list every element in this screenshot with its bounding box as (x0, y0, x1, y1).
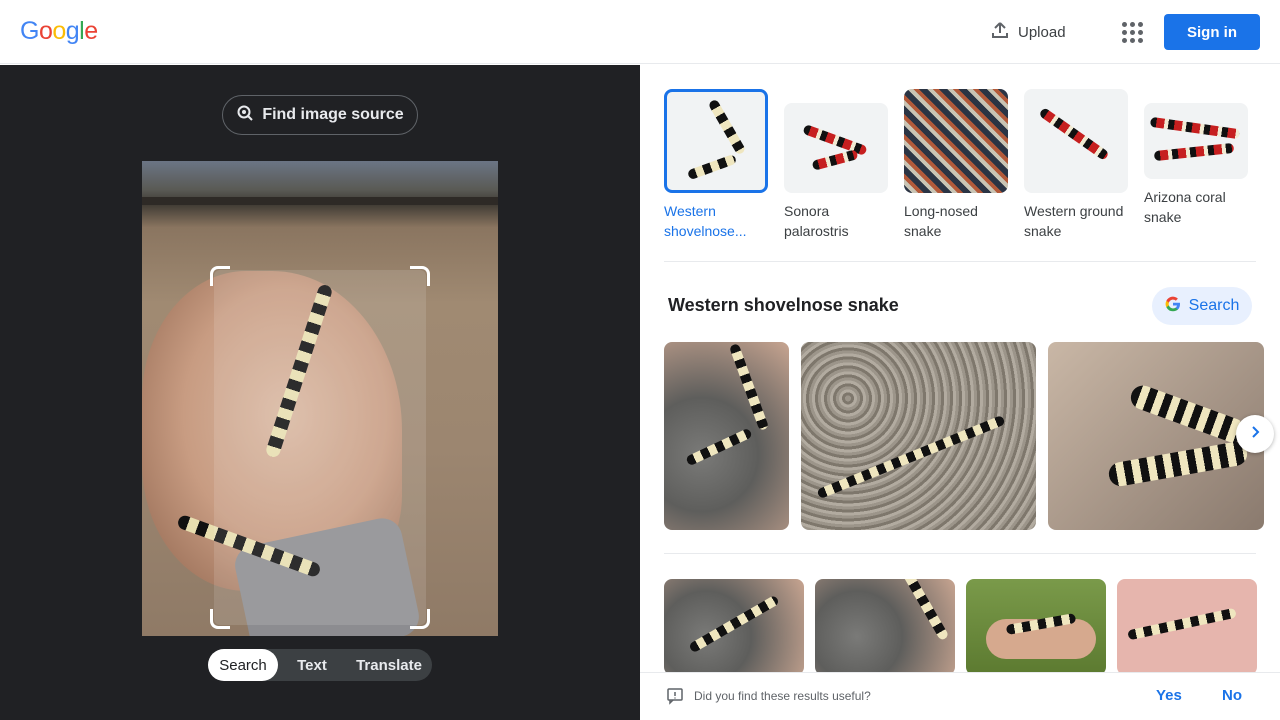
match-long-nosed[interactable]: Long-nosed snake (904, 89, 1008, 261)
divider (664, 261, 1256, 262)
divider (664, 553, 1256, 554)
match-label: Long-nosed snake (904, 203, 978, 239)
google-g-icon (1165, 296, 1181, 317)
crop-region[interactable] (214, 270, 426, 625)
section-title: Western shovelnose snake (668, 295, 899, 315)
feedback-no-button[interactable]: No (1222, 687, 1242, 704)
match-thumbnail (784, 103, 888, 193)
crop-handle-top-left[interactable] (210, 266, 230, 286)
feedback-icon (666, 687, 684, 710)
upload-label: Upload (1018, 23, 1066, 41)
gallery-image[interactable] (664, 342, 789, 530)
query-image-pane: Find image source Search Text Translate (0, 65, 640, 720)
tab-translate[interactable]: Translate (346, 649, 432, 681)
match-label: Western ground snake (1024, 203, 1124, 239)
feedback-yes-button[interactable]: Yes (1156, 687, 1182, 704)
mode-tabs: Search Text Translate (208, 649, 432, 681)
match-thumbnail (664, 89, 768, 193)
tab-text[interactable]: Text (278, 649, 346, 681)
result-image[interactable] (815, 579, 955, 675)
match-thumbnail (904, 89, 1008, 193)
crop-handle-bottom-left[interactable] (210, 609, 230, 629)
gallery-next-button[interactable] (1236, 415, 1274, 453)
google-apps-icon[interactable] (1120, 20, 1144, 44)
match-thumbnail (1024, 89, 1128, 193)
gallery-image[interactable] (801, 342, 1036, 530)
image-gallery (664, 342, 1264, 530)
results-pane: Western shovelnose... Sonora palarostris… (640, 65, 1280, 720)
result-image[interactable] (1117, 579, 1257, 675)
more-results-grid (664, 579, 1264, 675)
match-label: Western shovelnose... (664, 203, 747, 239)
feedback-bar: Did you find these results useful? Yes N… (640, 672, 1280, 720)
match-label: Arizona coral snake (1144, 189, 1226, 225)
match-sonora-palarostris[interactable]: Sonora palarostris (784, 89, 888, 261)
section-search-label: Search (1188, 297, 1240, 314)
upload-button[interactable]: Upload (990, 18, 1066, 46)
crop-handle-bottom-right[interactable] (410, 609, 430, 629)
tab-search[interactable]: Search (208, 649, 278, 681)
crop-handle-top-right[interactable] (410, 266, 430, 286)
upload-icon (990, 20, 1010, 44)
gallery-image[interactable] (1048, 342, 1264, 530)
sign-in-button[interactable]: Sign in (1164, 14, 1260, 50)
top-bar: Google Upload Sign in (0, 0, 1280, 64)
section-search-button[interactable]: Search (1152, 287, 1252, 325)
find-image-source-label: Find image source (262, 106, 404, 123)
match-label: Sonora palarostris (784, 203, 849, 239)
result-image[interactable] (966, 579, 1106, 675)
result-image[interactable] (664, 579, 804, 675)
find-image-source-button[interactable]: Find image source (222, 95, 418, 135)
match-western-ground[interactable]: Western ground snake (1024, 89, 1128, 261)
match-thumbnail (1144, 103, 1248, 179)
google-logo[interactable]: Google (20, 17, 98, 46)
feedback-question: Did you find these results useful? (694, 689, 871, 703)
match-arizona-coral[interactable]: Arizona coral snake (1144, 89, 1248, 261)
match-western-shovelnose[interactable]: Western shovelnose... (664, 89, 768, 261)
visual-matches-row: Western shovelnose... Sonora palarostris… (664, 89, 1256, 261)
lens-search-icon (236, 104, 254, 127)
chevron-right-icon (1248, 425, 1262, 444)
